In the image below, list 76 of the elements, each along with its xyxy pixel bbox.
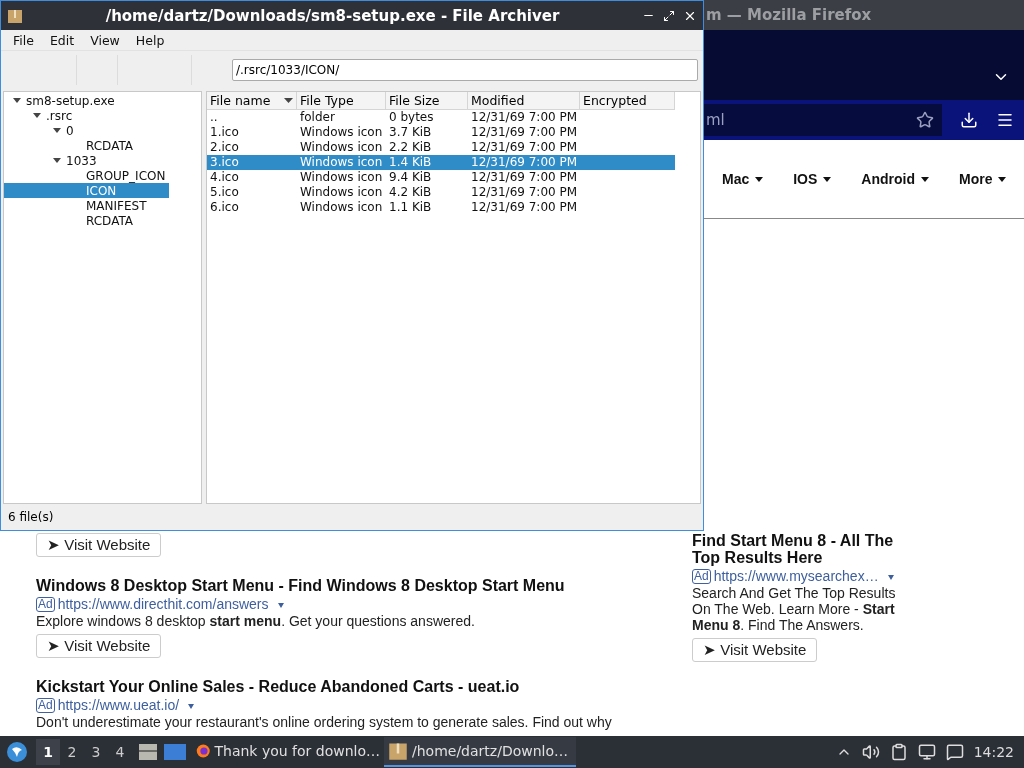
visit-website-button[interactable]: ➤ Visit Website: [36, 634, 162, 658]
file-cabinet-icon[interactable]: [138, 743, 158, 761]
download-icon[interactable]: [960, 111, 978, 129]
path-field[interactable]: /.rsrc/1033/ICON/: [232, 59, 698, 81]
start-menu-icon[interactable]: [6, 741, 28, 763]
tree-item[interactable]: 0: [4, 123, 169, 138]
tree-item[interactable]: sm8-setup.exe: [4, 93, 169, 108]
visit-website-button[interactable]: ➤ Visit Website: [36, 533, 162, 557]
tree-item[interactable]: .rsrc: [4, 108, 169, 123]
tree-item[interactable]: ICON: [4, 183, 169, 198]
menu-item[interactable]: Help: [127, 32, 173, 48]
window-title: m — Mozilla Firefox: [706, 6, 872, 24]
column-header[interactable]: Encrypted: [580, 92, 675, 110]
expand-arrow-icon[interactable]: [53, 127, 61, 134]
caret-icon: [755, 176, 764, 182]
ad-label: Ad: [36, 597, 55, 612]
tree-item[interactable]: 1033: [4, 153, 169, 168]
caret-icon: [921, 176, 929, 182]
address-field[interactable]: ml: [704, 104, 942, 136]
file-row[interactable]: 6.ico Windows icon 1.1 KiB 12/31/69 7:00 PM: [207, 200, 675, 215]
maximize-icon[interactable]: [663, 9, 675, 22]
tree-item[interactable]: GROUP_ICON: [4, 168, 169, 183]
notification-icon[interactable]: [945, 743, 964, 761]
menu-item[interactable]: View: [82, 32, 128, 48]
menu-item[interactable]: File: [5, 32, 42, 48]
expand-arrow-icon[interactable]: [13, 97, 21, 104]
column-header[interactable]: File Size: [386, 92, 468, 110]
workspace-button[interactable]: 4: [108, 739, 132, 765]
bookmark-star-icon[interactable]: [916, 111, 934, 129]
caret-icon: [823, 176, 832, 182]
tree-item[interactable]: MANIFEST: [4, 198, 169, 213]
column-header[interactable]: File Type: [297, 92, 386, 110]
clipboard-icon[interactable]: [889, 743, 908, 761]
ad-link[interactable]: https://www.mysearchex…: [713, 568, 879, 585]
network-icon[interactable]: [917, 743, 936, 761]
window-title: /home/dartz/Downloads/sm8-setup.exe - File Archiver: [104, 6, 561, 25]
nav-menu-item[interactable]: Mac: [722, 171, 764, 187]
ad-label: Ad: [36, 698, 55, 713]
file-row[interactable]: 3.ico Windows icon 1.4 KiB 12/31/69 7:00 PM: [207, 155, 675, 170]
file-row[interactable]: .. folder 0 bytes 12/31/69 7:00 PM: [207, 110, 675, 125]
expand-arrow-icon[interactable]: [53, 157, 61, 164]
ad-description: Explore windows 8 desktop start menu. Get your questions answered.: [36, 613, 475, 629]
expand-arrow-icon[interactable]: [33, 112, 41, 119]
ad-link[interactable]: https://www.ueat.io/: [57, 697, 180, 714]
taskbar-window-button[interactable]: Thank you for downlo…: [192, 737, 384, 767]
nav-menu-item[interactable]: More: [959, 171, 1007, 187]
package-icon: [7, 7, 23, 24]
ad-title[interactable]: Kickstart Your Online Sales - Reduce Abandoned Carts - ueat.io: [36, 678, 520, 695]
volume-icon[interactable]: [861, 743, 880, 761]
menu-item[interactable]: Edit: [41, 32, 83, 48]
tree-item[interactable]: RCDATA: [4, 213, 169, 228]
menu-icon[interactable]: [996, 111, 1014, 129]
column-header[interactable]: File name: [207, 92, 297, 110]
column-header[interactable]: Modified: [468, 92, 580, 110]
workspace-button[interactable]: 3: [84, 739, 108, 765]
nav-menu-item[interactable]: Android: [861, 171, 929, 187]
file-row[interactable]: 4.ico Windows icon 9.4 KiB 12/31/69 7:00 PM: [207, 170, 675, 185]
ad-title[interactable]: Windows 8 Desktop Start Menu - Find Windows 8 Desktop Start Menu: [36, 577, 565, 594]
file-row[interactable]: 5.ico Windows icon 4.2 KiB 12/31/69 7:00 PM: [207, 185, 675, 200]
clock[interactable]: 14:22: [973, 744, 1014, 760]
status-text: 6 file(s): [8, 510, 54, 524]
ad-link[interactable]: https://www.directhit.com/answers: [57, 596, 269, 613]
package-icon: [388, 741, 408, 761]
tree-item[interactable]: RCDATA: [4, 138, 169, 153]
ad-title[interactable]: Find Start Menu 8 - All The Top Results Here: [692, 532, 907, 566]
caret-icon: [998, 176, 1007, 182]
nav-menu-item[interactable]: IOS: [793, 171, 832, 187]
taskbar-window-button[interactable]: /home/dartz/Downlo…: [384, 737, 576, 767]
ad-description: Search And Get The Top Results On The Web. Learn More - Start Menu 8. Find The Answers.: [692, 585, 897, 633]
file-row[interactable]: 2.ico Windows icon 2.2 KiB 12/31/69 7:00 PM: [207, 140, 675, 155]
visit-website-button[interactable]: ➤ Visit Website: [692, 638, 818, 662]
ad-label: Ad: [692, 569, 711, 584]
workspace-button[interactable]: 2: [60, 739, 84, 765]
ad-description: Don't underestimate your restaurant's online ordering system to generate sales. Find out why: [36, 714, 612, 730]
workspace-button[interactable]: 1: [36, 739, 60, 765]
file-row[interactable]: 1.ico Windows icon 3.7 KiB 12/31/69 7:00 PM: [207, 125, 675, 140]
